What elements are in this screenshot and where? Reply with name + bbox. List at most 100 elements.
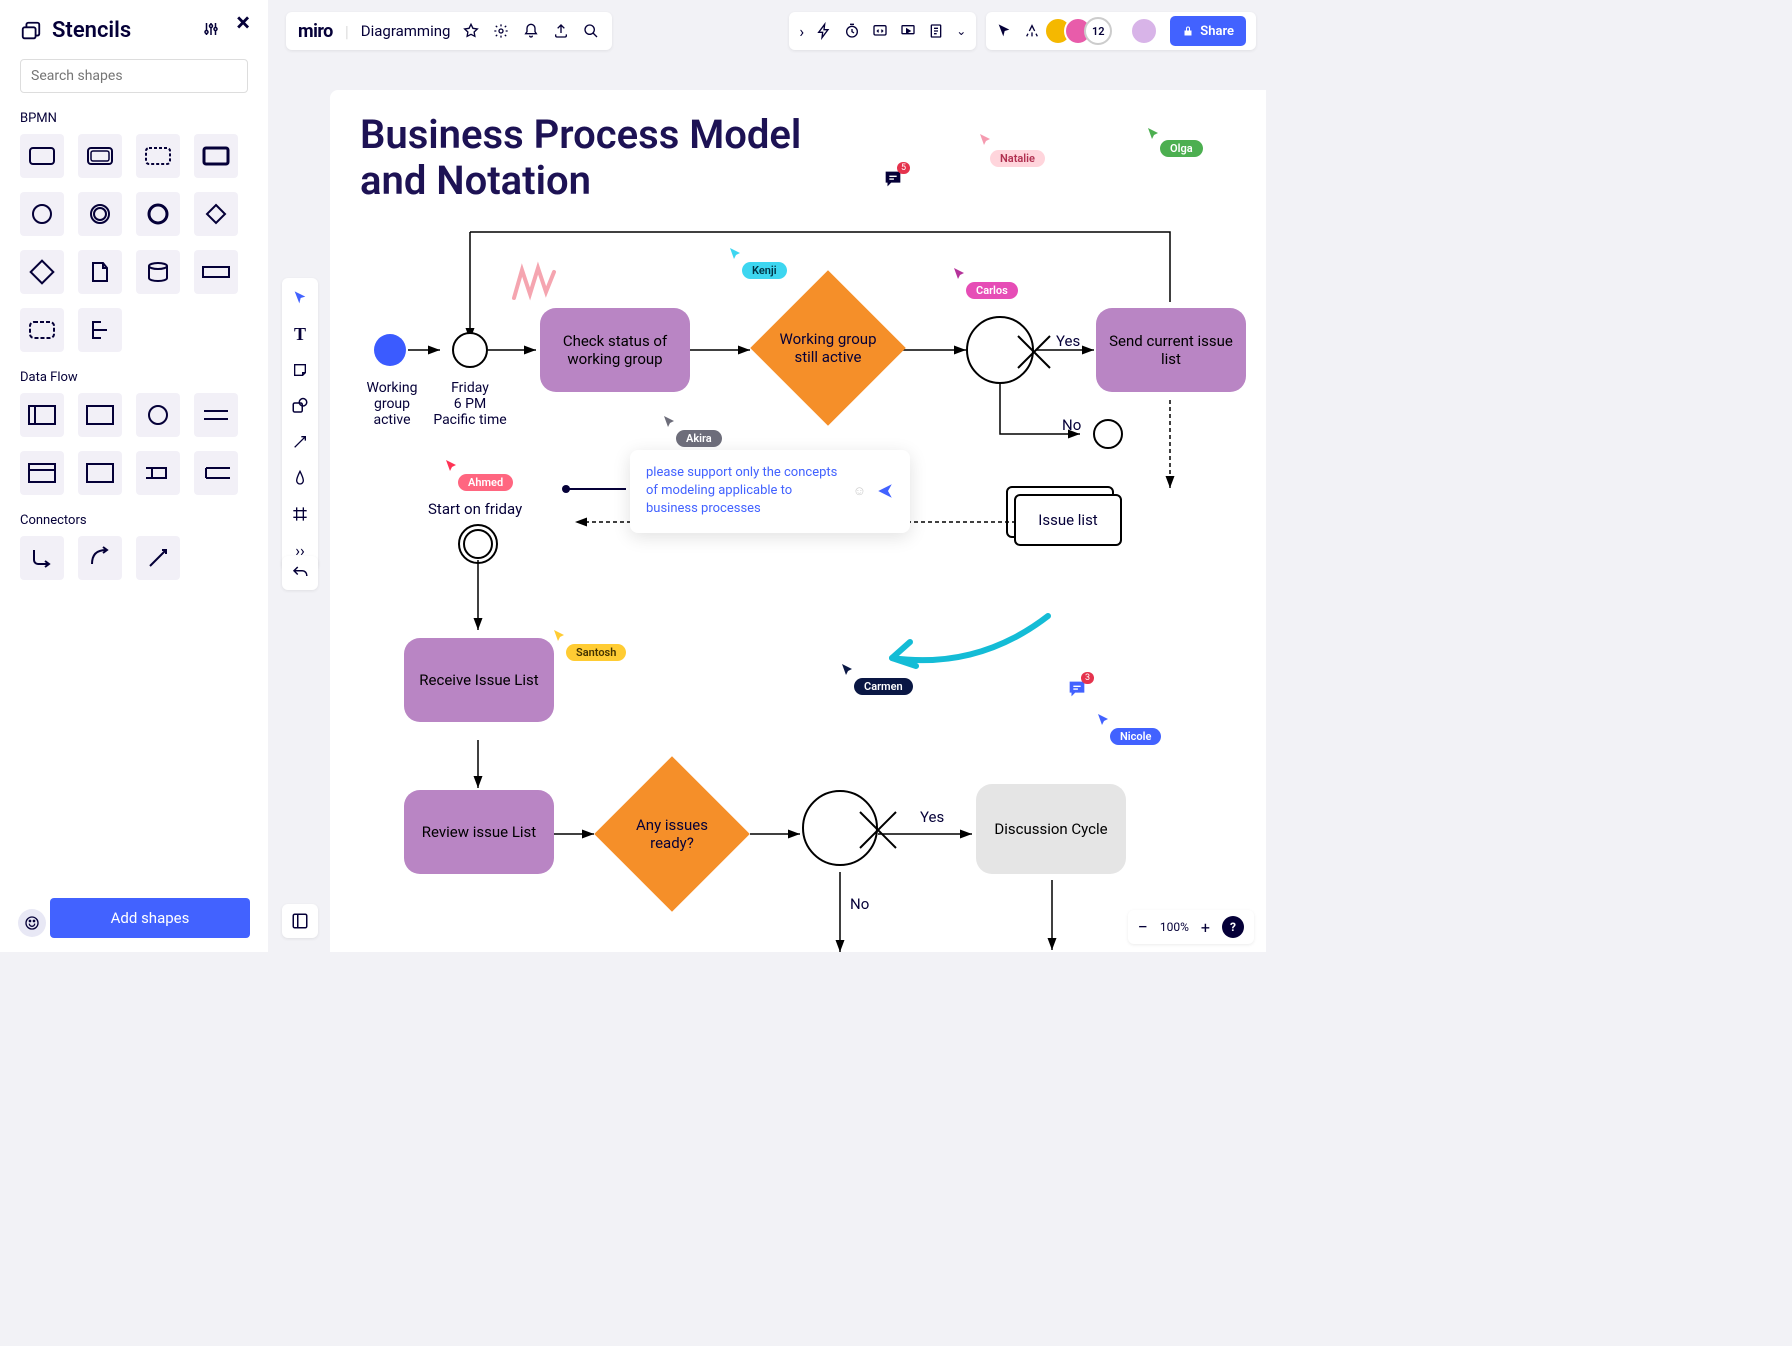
feedback-icon[interactable] (18, 909, 46, 937)
shape-store-open[interactable] (136, 451, 180, 495)
shape-gateway[interactable] (194, 192, 238, 236)
node-diamond-ready[interactable]: Any issues ready? (594, 756, 749, 911)
edge-yes2: Yes (920, 808, 944, 826)
add-shapes-button[interactable]: Add shapes (50, 898, 250, 938)
node-xgateway2[interactable] (802, 790, 878, 866)
shape-datastore[interactable] (136, 250, 180, 294)
shape-annotation[interactable] (78, 308, 122, 352)
comment-thread-icon[interactable]: 5 (882, 168, 904, 194)
shape-datastore-lines[interactable] (194, 393, 238, 437)
text-tool[interactable]: T (288, 322, 312, 346)
connector-straight[interactable] (136, 536, 180, 580)
comment-text: please support only the concepts of mode… (646, 464, 843, 519)
shape-entity2[interactable] (78, 451, 122, 495)
category-dataflow: Data Flow (20, 370, 248, 385)
node-diamond-active[interactable]: Working group still active (750, 270, 905, 425)
star-icon[interactable] (462, 22, 480, 40)
chevron-right-icon[interactable]: › (799, 22, 804, 41)
embed-icon[interactable] (872, 23, 888, 39)
timer-icon[interactable] (844, 23, 860, 39)
share-button[interactable]: Share (1170, 16, 1246, 46)
comment-card[interactable]: please support only the concepts of mode… (630, 450, 910, 533)
settings-icon[interactable] (492, 22, 510, 40)
category-connectors: Connectors (20, 513, 248, 528)
undo-button[interactable] (282, 556, 318, 590)
emoji-icon[interactable]: ☺ (853, 483, 866, 499)
zoom-out[interactable]: − (1138, 917, 1148, 938)
node-discussion[interactable]: Discussion Cycle (976, 784, 1126, 874)
shape-entity[interactable] (20, 451, 64, 495)
frames-panel-button[interactable] (282, 904, 318, 938)
comment-thread-icon[interactable]: 3 (1066, 678, 1088, 704)
label-start-friday: Start on friday (428, 500, 522, 518)
edge-no: No (1062, 416, 1081, 434)
shape-process-circle[interactable] (136, 393, 180, 437)
tool-palette: T ›› (282, 278, 318, 570)
node-receive-issue[interactable]: Receive Issue List (404, 638, 554, 722)
brand-logo[interactable]: miro (298, 21, 333, 42)
shape-event-sub[interactable] (136, 134, 180, 178)
shape-data-object[interactable] (78, 250, 122, 294)
zoom-controls: − 100% + ? (1128, 910, 1254, 944)
shape-process2[interactable] (78, 393, 122, 437)
search-input[interactable] (20, 59, 248, 93)
shape-store-open2[interactable] (194, 451, 238, 495)
node-issue-list[interactable]: Issue list (1006, 486, 1126, 546)
more-icon[interactable]: ⌄ (956, 24, 966, 38)
shape-task[interactable] (20, 134, 64, 178)
edge-yes: Yes (1056, 332, 1080, 350)
shape-external[interactable] (20, 393, 64, 437)
shape-call[interactable] (194, 134, 238, 178)
shape-pool[interactable] (194, 250, 238, 294)
node-send-issue-list[interactable]: Send current issue list (1096, 308, 1246, 392)
zoom-in[interactable]: + (1201, 918, 1210, 937)
shape-tool[interactable] (288, 394, 312, 418)
bell-icon[interactable] (522, 22, 540, 40)
select-tool[interactable] (288, 286, 312, 310)
shape-end-event[interactable] (136, 192, 180, 236)
node-timer-start[interactable] (458, 524, 498, 564)
bpmn-shapes (20, 134, 248, 352)
close-icon[interactable]: × (236, 8, 250, 38)
export-icon[interactable] (552, 22, 570, 40)
label-friday-6pm: Friday6 PMPacific time (430, 380, 510, 428)
zoom-level[interactable]: 100% (1160, 920, 1189, 934)
edge-no2: No (850, 895, 869, 913)
shape-group[interactable] (20, 308, 64, 352)
comment-connector (566, 488, 626, 490)
avatar-self[interactable] (1130, 17, 1158, 45)
presence-count[interactable]: 12 (1084, 17, 1112, 45)
canvas[interactable]: Business Process Model and Notation (330, 90, 1266, 952)
connector-elbow[interactable] (20, 536, 64, 580)
label-working-group-active: Workinggroupactive (362, 380, 422, 428)
shape-exclusive[interactable] (20, 250, 64, 294)
cursor-natalie: Natalie (990, 150, 1045, 167)
note-icon[interactable] (928, 23, 944, 39)
pen-tool[interactable] (288, 466, 312, 490)
shape-start-event[interactable] (20, 192, 64, 236)
stencil-icon (20, 20, 42, 42)
drawn-arrow (878, 610, 1058, 680)
board-name[interactable]: Diagramming (361, 22, 451, 40)
arrow-tool[interactable] (288, 430, 312, 454)
shape-transaction[interactable] (78, 134, 122, 178)
node-xgateway[interactable] (966, 316, 1034, 384)
reactions-icon[interactable] (1024, 23, 1040, 39)
connector-shapes (20, 536, 248, 580)
shape-intermediate[interactable] (78, 192, 122, 236)
help-button[interactable]: ? (1222, 916, 1244, 938)
present-icon[interactable] (900, 23, 916, 39)
send-icon[interactable] (876, 482, 894, 500)
node-check-status[interactable]: Check status of working group (540, 308, 690, 392)
top-bar-right: › ⌄ 12 Share (789, 12, 1256, 50)
bolt-icon[interactable] (816, 23, 832, 39)
node-review-issue[interactable]: Review issue List (404, 790, 554, 874)
search-icon[interactable] (582, 22, 600, 40)
sticky-tool[interactable] (288, 358, 312, 382)
cursor-icon[interactable] (996, 23, 1012, 39)
connector-curve[interactable] (78, 536, 122, 580)
cursor-santosh: Santosh (566, 644, 626, 661)
top-bar: miro | Diagramming (286, 12, 612, 50)
frame-tool[interactable] (288, 502, 312, 526)
settings-icon[interactable] (202, 20, 220, 38)
